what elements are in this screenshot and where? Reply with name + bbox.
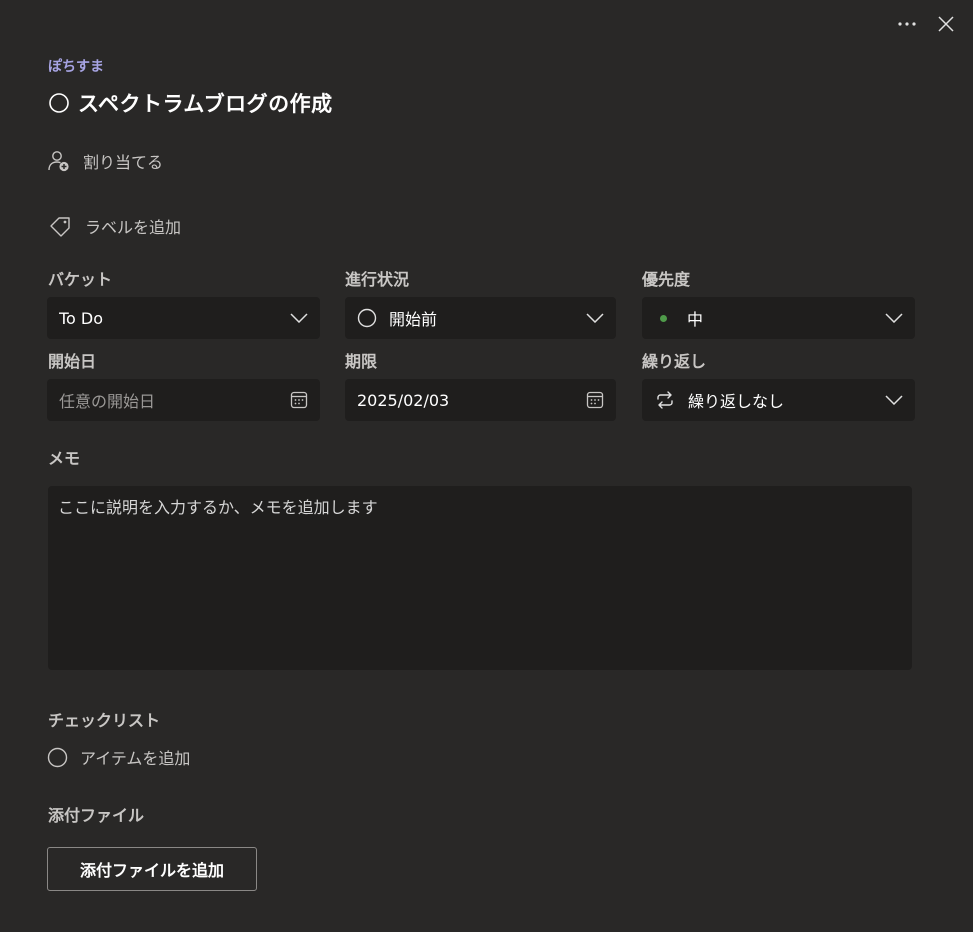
- task-title-row: スペクトラムブログの作成: [48, 88, 333, 118]
- memo-textarea[interactable]: ここに説明を入力するか、メモを追加します: [48, 486, 912, 670]
- progress-dropdown[interactable]: 開始前: [345, 297, 616, 339]
- repeat-icon: [657, 391, 673, 409]
- add-label-text: ラベルを追加: [85, 218, 182, 237]
- bucket-label: バケット: [48, 270, 113, 289]
- due-date-label: 期限: [345, 352, 378, 371]
- start-date-placeholder: 任意の開始日: [59, 392, 156, 411]
- repeat-value: 繰り返しなし: [688, 392, 785, 411]
- start-date-label: 開始日: [48, 352, 97, 371]
- chevron-down-icon: [885, 313, 903, 323]
- checklist-label: チェックリスト: [48, 711, 161, 730]
- assign-label: 割り当てる: [83, 153, 164, 172]
- add-item-text: アイテムを追加: [80, 749, 191, 768]
- task-complete-circle-icon[interactable]: [48, 92, 70, 114]
- chevron-down-icon: [290, 313, 308, 323]
- priority-medium-dot-icon: [660, 314, 667, 322]
- priority-dropdown[interactable]: 中: [642, 297, 915, 339]
- priority-label: 優先度: [642, 270, 691, 289]
- repeat-dropdown[interactable]: 繰り返しなし: [642, 379, 915, 421]
- start-date-picker[interactable]: 任意の開始日: [47, 379, 320, 421]
- chevron-down-icon: [885, 395, 903, 405]
- bucket-value: To Do: [59, 308, 104, 328]
- checklist-circle-icon: [47, 747, 68, 767]
- due-date-value: 2025/02/03: [357, 390, 450, 410]
- person-add-icon: [48, 151, 69, 172]
- add-checklist-item[interactable]: アイテムを追加: [47, 745, 190, 769]
- calendar-icon: [586, 391, 604, 409]
- tag-icon: [50, 217, 70, 237]
- not-started-circle-icon: [357, 308, 377, 328]
- due-date-picker[interactable]: 2025/02/03: [345, 379, 616, 421]
- progress-label: 進行状況: [345, 270, 410, 289]
- calendar-icon: [290, 391, 308, 409]
- add-attachment-button[interactable]: 添付ファイルを追加: [47, 847, 257, 891]
- ellipsis-icon: [898, 22, 916, 26]
- more-options-button[interactable]: [893, 10, 921, 38]
- close-icon: [938, 16, 954, 32]
- memo-label: メモ: [48, 449, 81, 468]
- chevron-down-icon: [586, 313, 604, 323]
- priority-value: 中: [687, 310, 704, 329]
- close-button[interactable]: [932, 10, 960, 38]
- repeat-label: 繰り返し: [642, 352, 707, 371]
- plan-name[interactable]: ぽちすま: [48, 56, 104, 76]
- bucket-dropdown[interactable]: To Do: [47, 297, 320, 339]
- task-title[interactable]: スペクトラムブログの作成: [78, 88, 333, 118]
- attachments-label: 添付ファイル: [48, 806, 145, 825]
- assign-button[interactable]: 割り当てる: [47, 149, 163, 173]
- progress-value: 開始前: [389, 310, 438, 329]
- memo-placeholder: ここに説明を入力するか、メモを追加します: [58, 498, 378, 517]
- add-label-button[interactable]: ラベルを追加: [49, 214, 181, 238]
